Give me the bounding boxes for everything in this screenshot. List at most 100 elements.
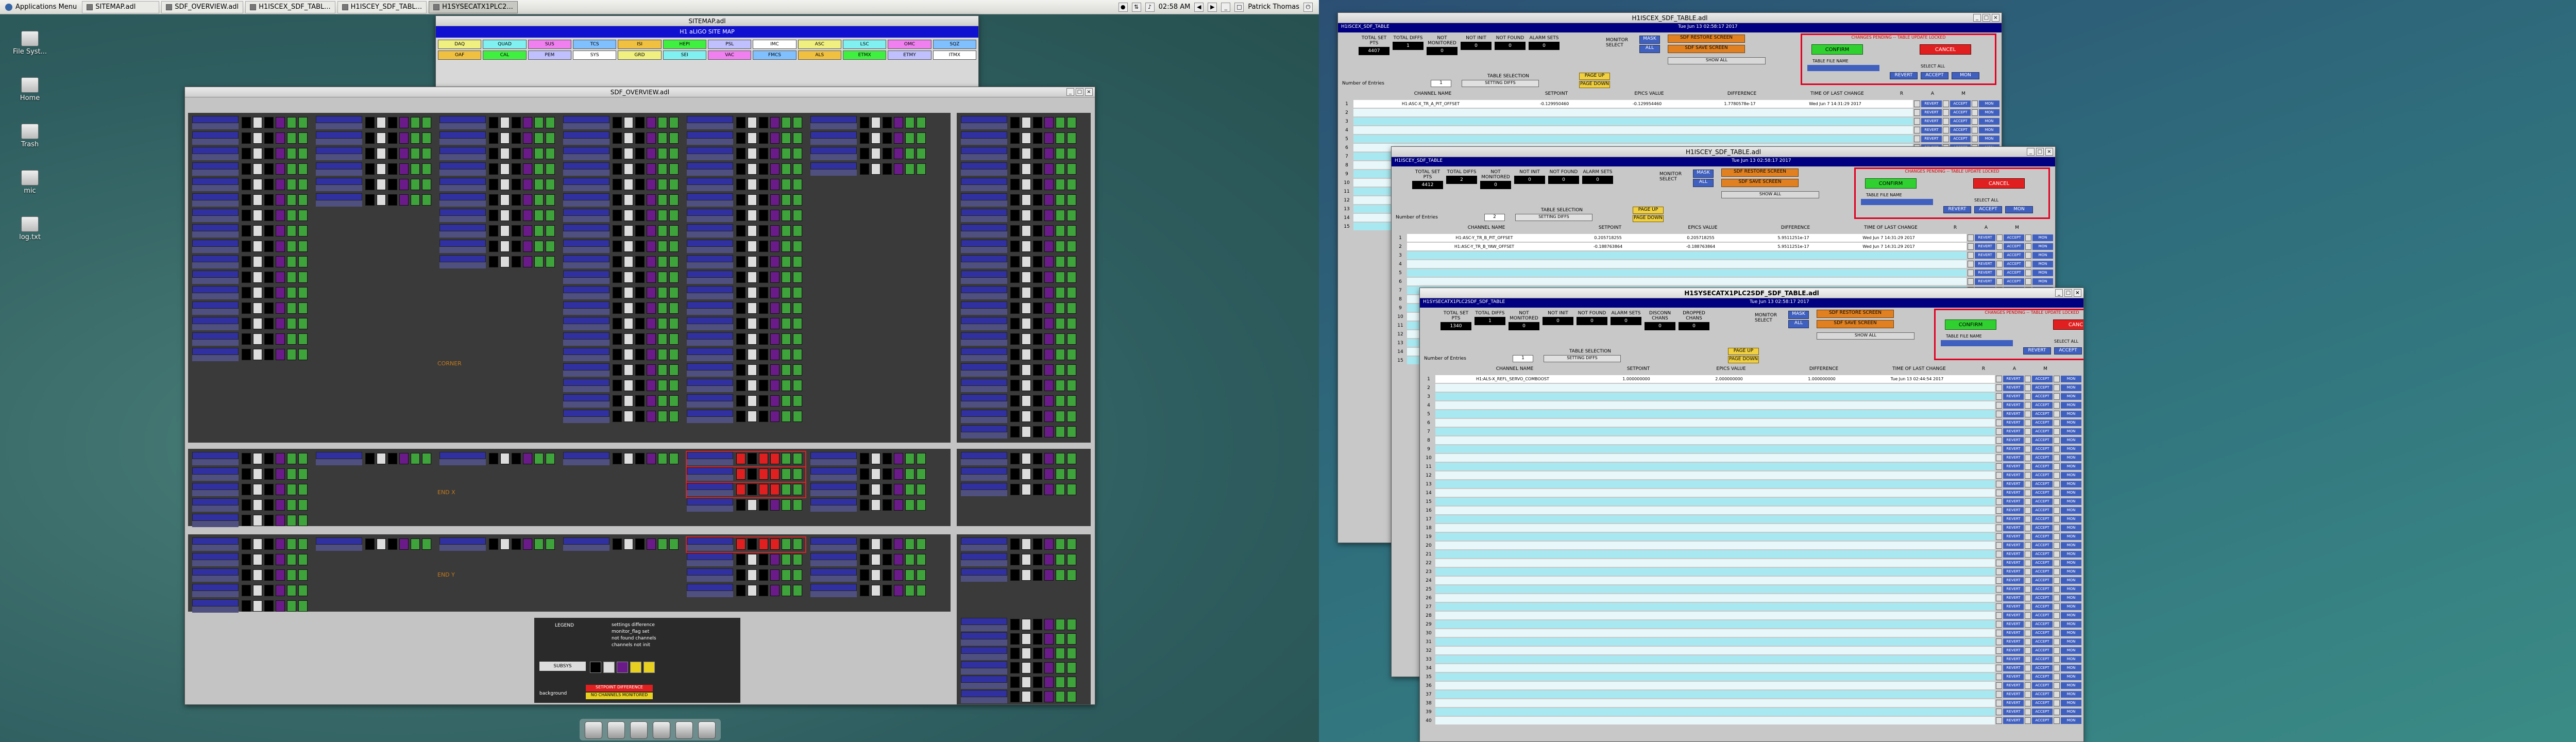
sitemap-link-psl[interactable]: PSL — [708, 40, 752, 49]
subsystem-unit[interactable] — [439, 255, 558, 269]
row-mon-button[interactable]: MON — [2061, 446, 2081, 452]
row-mon-checkbox[interactable] — [2054, 402, 2060, 409]
row-mon-button[interactable]: MON — [2032, 243, 2053, 250]
row-accept-checkbox[interactable] — [2025, 665, 2031, 671]
page-up-button[interactable]: PAGE UP — [1728, 348, 1759, 355]
subsystem-unit[interactable] — [439, 147, 558, 161]
row-revert-checkbox[interactable] — [1996, 490, 2002, 496]
row-revert-button[interactable]: REVERT — [2003, 454, 2024, 461]
row-mon-button[interactable]: MON — [2061, 665, 2081, 671]
subsystem-unit[interactable] — [439, 209, 558, 223]
subsystem-unit[interactable] — [192, 348, 311, 362]
row-revert-checkbox[interactable] — [1968, 234, 1974, 241]
row-mon-button[interactable]: MON — [2061, 682, 2081, 689]
sitemap-link-fmcs[interactable]: FMCS — [753, 50, 796, 60]
row-mon-checkbox[interactable] — [2054, 481, 2060, 487]
subsystem-unit[interactable] — [439, 224, 558, 239]
row-revert-checkbox[interactable] — [1996, 612, 2002, 619]
row-accept-checkbox[interactable] — [2025, 428, 2031, 435]
subsystem-unit[interactable] — [686, 482, 806, 498]
row-mon-checkbox[interactable] — [1972, 127, 1978, 133]
row-accept-button[interactable]: ACCEPT — [2032, 463, 2053, 470]
subsystem-unit[interactable] — [961, 483, 1079, 497]
row-revert-button[interactable]: REVERT — [2003, 446, 2024, 452]
row-accept-button[interactable]: ACCEPT — [2032, 402, 2053, 409]
row-mon-checkbox[interactable] — [2054, 411, 2060, 417]
desktop-icon-home[interactable]: Home — [9, 77, 50, 102]
sitemap-link-als[interactable]: ALS — [798, 50, 841, 60]
row-revert-button[interactable]: REVERT — [2003, 577, 2024, 584]
row-accept-checkbox[interactable] — [2025, 691, 2031, 698]
row-mon-button[interactable]: MON — [2061, 481, 2081, 487]
maximize-button[interactable]: □ — [2064, 289, 2072, 297]
row-revert-checkbox[interactable] — [1996, 542, 2002, 549]
row-mon-checkbox[interactable] — [1972, 118, 1978, 125]
row-mon-button[interactable]: MON — [2061, 525, 2081, 531]
row-revert-checkbox[interactable] — [1996, 621, 2002, 628]
subsystem-unit[interactable] — [563, 193, 682, 208]
subsystem-unit[interactable] — [192, 255, 311, 269]
row-mon-button[interactable]: MON — [2032, 261, 2053, 267]
sitemap-link-oaf[interactable]: OAF — [438, 50, 482, 60]
setting-diffs-dropdown[interactable]: SETTING DIFFS — [1544, 355, 1621, 362]
row-mon-button[interactable]: MON — [2061, 498, 2081, 505]
row-mon-checkbox[interactable] — [2054, 691, 2060, 698]
row-revert-button[interactable]: REVERT — [2003, 691, 2024, 698]
subsystem-unit[interactable] — [563, 209, 682, 223]
row-mon-button[interactable]: MON — [2061, 428, 2081, 435]
subsystem-unit[interactable] — [192, 162, 311, 177]
row-accept-button[interactable]: ACCEPT — [2032, 630, 2053, 636]
cancel-button[interactable]: CANCEL — [2053, 319, 2083, 330]
row-revert-button[interactable]: REVERT — [2003, 402, 2024, 409]
subsystem-unit[interactable] — [810, 568, 929, 583]
row-mon-checkbox[interactable] — [2054, 437, 2060, 444]
row-accept-button[interactable]: ACCEPT — [2032, 656, 2053, 663]
subsystem-unit[interactable] — [961, 661, 1079, 676]
row-revert-checkbox[interactable] — [1914, 100, 1920, 107]
subsystem-unit[interactable] — [439, 537, 558, 552]
row-revert-button[interactable]: REVERT — [2003, 551, 2024, 558]
row-mon-button[interactable]: MON — [2061, 376, 2081, 382]
subsystem-unit[interactable] — [687, 193, 805, 208]
subsystem-unit[interactable] — [439, 452, 558, 466]
row-mon-button[interactable]: MON — [2061, 516, 2081, 522]
row-accept-button[interactable]: ACCEPT — [2032, 411, 2053, 417]
row-mon-checkbox[interactable] — [2054, 490, 2060, 496]
dock-folder-icon[interactable] — [698, 721, 716, 739]
row-accept-button[interactable]: ACCEPT — [2004, 269, 2024, 276]
confirm-button[interactable]: CONFIRM — [1865, 178, 1917, 189]
row-accept-button[interactable]: ACCEPT — [2032, 665, 2053, 671]
minimize-button[interactable]: _ — [1973, 14, 1981, 22]
desktop-icon-logtxt[interactable]: log.txt — [9, 216, 50, 241]
subsystem-unit[interactable] — [961, 690, 1079, 704]
row-accept-checkbox[interactable] — [2025, 481, 2031, 487]
row-mon-button[interactable]: MON — [2061, 393, 2081, 400]
row-revert-checkbox[interactable] — [1968, 269, 1974, 276]
row-accept-checkbox[interactable] — [1996, 243, 2003, 250]
task-iscey-table[interactable]: H1ISCEY_SDF_TABL... — [337, 1, 427, 13]
row-accept-button[interactable]: ACCEPT — [2004, 243, 2024, 250]
row-accept-button[interactable]: ACCEPT — [2004, 261, 2024, 267]
sitemap-link-isi[interactable]: ISI — [618, 40, 662, 49]
row-revert-checkbox[interactable] — [1996, 446, 2002, 452]
row-mon-button[interactable]: MON — [2061, 490, 2081, 496]
row-mon-checkbox[interactable] — [2025, 252, 2031, 259]
dock-search-icon[interactable] — [675, 721, 693, 739]
select-all-revert-button[interactable]: REVERT — [2023, 347, 2051, 355]
row-mon-button[interactable]: MON — [2061, 419, 2081, 426]
sysecat-titlebar[interactable]: H1SYSECATX1PLC2SDF_SDF_TABLE.adl _ □ × — [1420, 288, 2083, 298]
page-down-button[interactable]: PAGE DOWN — [1633, 215, 1664, 222]
sitemap-link-quad[interactable]: QUAD — [483, 40, 527, 49]
subsystem-unit[interactable] — [316, 162, 434, 177]
sdf-save-button[interactable]: SDF SAVE SCREEN — [1817, 320, 1894, 328]
row-mon-button[interactable]: MON — [2061, 551, 2081, 558]
row-accept-checkbox[interactable] — [1943, 109, 1949, 116]
row-accept-button[interactable]: ACCEPT — [2032, 560, 2053, 566]
row-mon-checkbox[interactable] — [2054, 717, 2060, 724]
row-accept-button[interactable]: ACCEPT — [2032, 525, 2053, 531]
row-accept-checkbox[interactable] — [2025, 384, 2031, 391]
subsystem-unit[interactable] — [563, 240, 682, 254]
row-revert-checkbox[interactable] — [1914, 127, 1920, 133]
row-mon-button[interactable]: MON — [2032, 252, 2053, 259]
row-mon-checkbox[interactable] — [2054, 560, 2060, 566]
